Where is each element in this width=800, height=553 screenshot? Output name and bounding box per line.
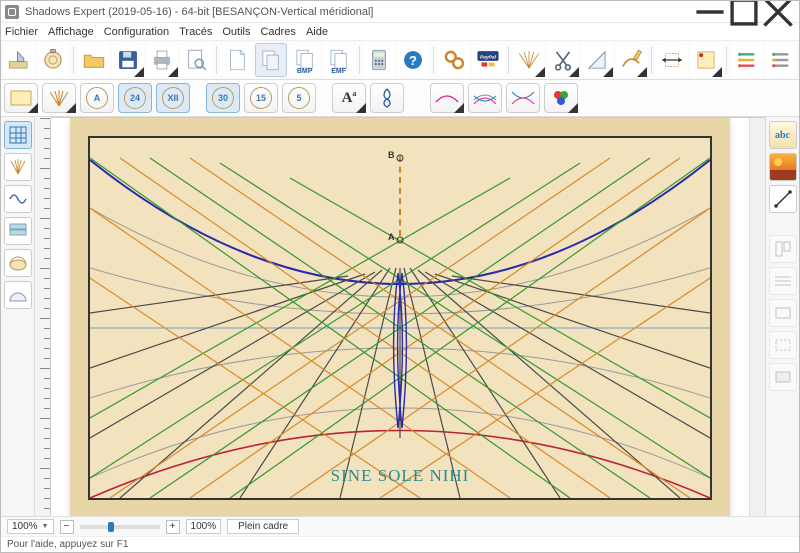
rays-mode-button[interactable]	[42, 83, 76, 113]
menu-configuration[interactable]: Configuration	[104, 26, 169, 38]
zoom-in-button[interactable]: +	[166, 520, 180, 534]
view-graph-button[interactable]	[4, 185, 32, 213]
anchor-button[interactable]	[690, 43, 722, 77]
zoom-slider[interactable]	[80, 525, 160, 529]
new-sundial-button[interactable]	[3, 43, 35, 77]
interval-15-button[interactable]: 15	[244, 83, 278, 113]
point-a-label: A	[388, 232, 395, 242]
menu-cadres[interactable]: Cadres	[260, 26, 295, 38]
line-tool-button[interactable]	[769, 185, 797, 213]
arc-single-button[interactable]	[430, 83, 464, 113]
workspace: B A SINE SOLE NIHI abc	[1, 117, 799, 516]
draw-tool-button[interactable]	[615, 43, 647, 77]
menu-outils[interactable]: Outils	[222, 26, 250, 38]
resize-h-button[interactable]	[656, 43, 688, 77]
new-astrolabe-button[interactable]	[37, 43, 69, 77]
menu-aide[interactable]: Aide	[306, 26, 328, 38]
font-button[interactable]: Aa	[332, 83, 366, 113]
frame-mode-button[interactable]	[4, 83, 38, 113]
help-button[interactable]: ?	[397, 43, 429, 77]
help-hint: Pour l'aide, appuyez sur F1	[1, 536, 799, 552]
text-frame-button[interactable]: abc	[769, 121, 797, 149]
paypal-button[interactable]: PayPal	[472, 43, 504, 77]
arc-cross-button[interactable]	[506, 83, 540, 113]
secondary-toolbar: A 24 XII 30 15 5 Aa	[1, 80, 799, 117]
roman-a-button[interactable]: A	[80, 83, 114, 113]
ruler-vertical	[35, 118, 51, 516]
sundial-frame: B A SINE SOLE NIHI	[88, 136, 712, 500]
minimize-button[interactable]	[693, 1, 727, 23]
cut-tool-button[interactable]	[547, 43, 579, 77]
menu-traces[interactable]: Tracés	[179, 26, 212, 38]
new-doc-button[interactable]	[221, 43, 253, 77]
view-protractor-button[interactable]	[4, 281, 32, 309]
sundial-motto: SINE SOLE NIHI	[90, 466, 710, 486]
right-toolbar: abc	[765, 117, 799, 516]
svg-text:?: ?	[409, 53, 417, 68]
align-mid-button[interactable]	[769, 267, 797, 295]
print-button[interactable]	[146, 43, 178, 77]
interval-30-button[interactable]: 30	[206, 83, 240, 113]
hours-24-button[interactable]: 24	[118, 83, 152, 113]
menu-affichage[interactable]: Affichage	[48, 26, 94, 38]
rect-fill-button[interactable]	[769, 363, 797, 391]
app-icon	[5, 5, 19, 19]
svg-text:PayPal: PayPal	[480, 54, 497, 60]
image-frame-button[interactable]	[769, 153, 797, 181]
view-sundial-button[interactable]	[4, 153, 32, 181]
view-grid-button[interactable]	[4, 121, 32, 149]
zoom-value-2: 100%	[186, 519, 222, 534]
settings-button[interactable]	[438, 43, 470, 77]
app-window: Shadows Expert (2019-05-16) - 64-bit [BE…	[0, 0, 800, 553]
rays-tool-button[interactable]	[513, 43, 545, 77]
triangle-tool-button[interactable]	[581, 43, 613, 77]
point-b-label: B	[388, 150, 395, 160]
zoom-out-button[interactable]: −	[60, 520, 74, 534]
window-title: Shadows Expert (2019-05-16) - 64-bit [BE…	[25, 6, 693, 18]
gnomon-line	[399, 156, 401, 236]
open-button[interactable]	[78, 43, 110, 77]
maximize-button[interactable]	[727, 1, 761, 23]
save-button[interactable]	[112, 43, 144, 77]
calculator-button[interactable]	[364, 43, 396, 77]
menubar: Fichier Affichage Configuration Tracés O…	[1, 23, 799, 41]
copy-button[interactable]	[255, 43, 287, 77]
preview-button[interactable]	[180, 43, 212, 77]
point-a-icon	[396, 236, 404, 244]
layers-button[interactable]	[731, 43, 763, 77]
sundial-sheet: B A SINE SOLE NIHI	[70, 118, 730, 516]
export-emf-button[interactable]: EMF	[323, 43, 355, 77]
color-wheel-button[interactable]	[544, 83, 578, 113]
layers-alt-button[interactable]	[765, 43, 797, 77]
rect-dash-button[interactable]	[769, 331, 797, 359]
arc-multi-button[interactable]	[468, 83, 502, 113]
rect-tool-button[interactable]	[769, 299, 797, 327]
point-b-icon	[396, 154, 404, 162]
menu-fichier[interactable]: Fichier	[5, 26, 38, 38]
zoom-value[interactable]: 100%▼	[7, 519, 54, 534]
left-toolbar	[1, 117, 35, 516]
close-button[interactable]	[761, 1, 795, 23]
interval-5-button[interactable]: 5	[282, 83, 316, 113]
fit-mode-button[interactable]: Plein cadre	[227, 519, 299, 534]
scrollbar-vertical[interactable]	[749, 118, 765, 516]
view-3d-button[interactable]	[4, 249, 32, 277]
canvas[interactable]: B A SINE SOLE NIHI	[51, 118, 749, 516]
main-toolbar: BMP EMF ? PayPal	[1, 41, 799, 80]
canvas-area: B A SINE SOLE NIHI	[35, 117, 765, 516]
align-top-button[interactable]	[769, 235, 797, 263]
view-table-button[interactable]	[4, 217, 32, 245]
titlebar: Shadows Expert (2019-05-16) - 64-bit [BE…	[1, 1, 799, 23]
statusbar: 100%▼ − + 100% Plein cadre	[1, 516, 799, 536]
window-controls	[693, 1, 795, 23]
export-bmp-button[interactable]: BMP	[289, 43, 321, 77]
analemma-button[interactable]	[370, 83, 404, 113]
hours-xii-button[interactable]: XII	[156, 83, 190, 113]
